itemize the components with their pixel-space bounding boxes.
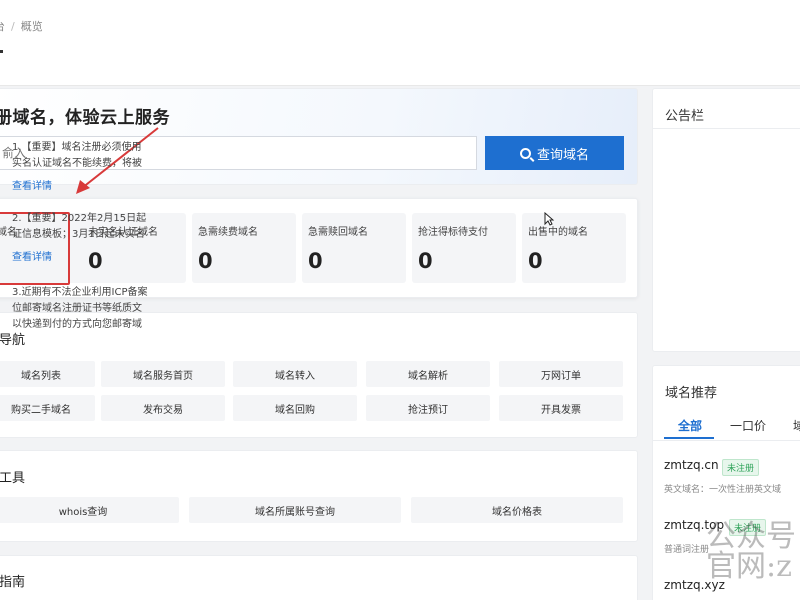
recommend-domain-2-badge: 未注册 bbox=[729, 519, 767, 536]
nav-issue-invoice[interactable]: 开具发票 bbox=[499, 395, 623, 421]
breadcrumb: 台 / 概览 bbox=[0, 18, 43, 34]
nav-publish-trade[interactable]: 发布交易 bbox=[101, 395, 225, 421]
nav-domain-service-home[interactable]: 域名服务首页 bbox=[101, 361, 225, 387]
stat-value: 0 bbox=[88, 249, 103, 273]
notice-item-1-line1: 1.【重要】域名注册必须使用 bbox=[12, 142, 142, 153]
stat-value: 0 bbox=[198, 249, 213, 273]
notice-item-3-line2: 位邮寄域名注册证书等纸质文 bbox=[12, 303, 142, 314]
search-domain-button-label: 查询域名 bbox=[536, 146, 589, 162]
search-icon bbox=[519, 147, 531, 159]
nav-wanwang-orders[interactable]: 万网订单 bbox=[499, 361, 623, 387]
notice-item-2-line1: 2.【重要】2022年2月15日起 bbox=[12, 213, 147, 224]
tool-domain-owner-lookup[interactable]: 域名所属账号查询 bbox=[189, 497, 401, 523]
notice-item-2-link[interactable]: 查看详情 bbox=[12, 248, 52, 263]
nav-domain-buyback[interactable]: 域名回购 bbox=[233, 395, 357, 421]
tool-domain-price-list[interactable]: 域名价格表 bbox=[411, 497, 623, 523]
tabs-divider bbox=[652, 440, 800, 441]
notice-item-2-text: 2.【重要】2022年2月15日起 证信息模板；3月1日起未实名 bbox=[12, 211, 146, 243]
notice-board-title: 公告栏 bbox=[665, 109, 705, 124]
tools-card: 工具 whois查询 域名所属账号查询 域名价格表 bbox=[0, 450, 638, 542]
notice-item-3-line1: 3.近期有不法企业利用ICP备案 bbox=[12, 287, 148, 298]
notice-item-3-text: 3.近期有不法企业利用ICP备案 位邮寄域名注册证书等纸质文 以快递到付的方式向… bbox=[12, 285, 148, 333]
stat-label: 抢注得标待支付 bbox=[418, 227, 488, 238]
stat-selling-domains[interactable]: 出售中的域名 0 bbox=[522, 213, 626, 283]
hero-title: 册域名，体验云上服务 bbox=[0, 108, 170, 128]
stat-label: 急需赎回域名 bbox=[308, 227, 368, 238]
nav-backorder[interactable]: 抢注预订 bbox=[366, 395, 490, 421]
guide-card: 指南 bbox=[0, 555, 638, 600]
stat-label: 急需续费域名 bbox=[198, 227, 258, 238]
nav-domain-transfer[interactable]: 域名转入 bbox=[233, 361, 357, 387]
breadcrumb-parent[interactable]: 台 bbox=[0, 20, 5, 33]
active-tab-indicator bbox=[664, 437, 714, 439]
tools-title: 工具 bbox=[0, 471, 26, 486]
tab-fixed-price[interactable]: 一口价 bbox=[730, 417, 766, 434]
notice-item-1-line2: 实名认证域名不能续费，将被 bbox=[12, 158, 142, 169]
breadcrumb-current: 概览 bbox=[20, 20, 43, 33]
breadcrumb-separator: / bbox=[11, 20, 15, 33]
nav-domain-dns[interactable]: 域名解析 bbox=[366, 361, 490, 387]
recommend-domain-2-desc: 普通词注册 bbox=[664, 545, 710, 555]
recommend-domain-3-name[interactable]: zmtzq.xyz bbox=[664, 578, 725, 592]
stat-redeem-domains[interactable]: 急需赎回域名 0 bbox=[302, 213, 406, 283]
nav-buy-secondhand-domain[interactable]: 购买二手域名 bbox=[0, 395, 95, 421]
recommend-domain-2-name[interactable]: zmtzq.top bbox=[664, 518, 724, 532]
guide-title: 指南 bbox=[0, 575, 26, 590]
page-title-stub bbox=[0, 50, 3, 53]
tab-more[interactable]: 域 bbox=[793, 417, 800, 434]
notice-item-1-link[interactable]: 查看详情 bbox=[12, 177, 52, 192]
notice-item-3-line3: 以快递到付的方式向您邮寄域 bbox=[12, 319, 142, 330]
recommend-domain-1-badge: 未注册 bbox=[722, 459, 760, 476]
stat-label: 出售中的域名 bbox=[528, 227, 588, 238]
stat-value: 0 bbox=[528, 249, 543, 273]
recommend-domain-1-name[interactable]: zmtzq.cn bbox=[664, 458, 719, 472]
domain-recommend-title: 域名推荐 bbox=[665, 386, 718, 401]
top-header: 台 / 概览 bbox=[0, 0, 800, 86]
stat-renewal-domains[interactable]: 急需续费域名 0 bbox=[192, 213, 296, 283]
stat-value: 0 bbox=[418, 249, 433, 273]
stat-value: 0 bbox=[308, 249, 323, 273]
search-domain-button[interactable]: 查询域名 bbox=[485, 136, 624, 170]
notice-item-1-text: 1.【重要】域名注册必须使用 实名认证域名不能续费，将被 bbox=[12, 140, 142, 172]
notice-item-2-line2: 证信息模板；3月1日起未实名 bbox=[12, 229, 145, 240]
stat-backorder-pending[interactable]: 抢注得标待支付 0 bbox=[412, 213, 516, 283]
nav-domain-list[interactable]: 域名列表 bbox=[0, 361, 95, 387]
tool-whois[interactable]: whois查询 bbox=[0, 497, 179, 523]
mouse-cursor-icon bbox=[544, 212, 554, 226]
notice-divider bbox=[652, 128, 800, 129]
tab-all[interactable]: 全部 bbox=[678, 417, 702, 434]
recommend-domain-1-desc: 英文域名：一次性注册英文域 bbox=[664, 485, 782, 495]
